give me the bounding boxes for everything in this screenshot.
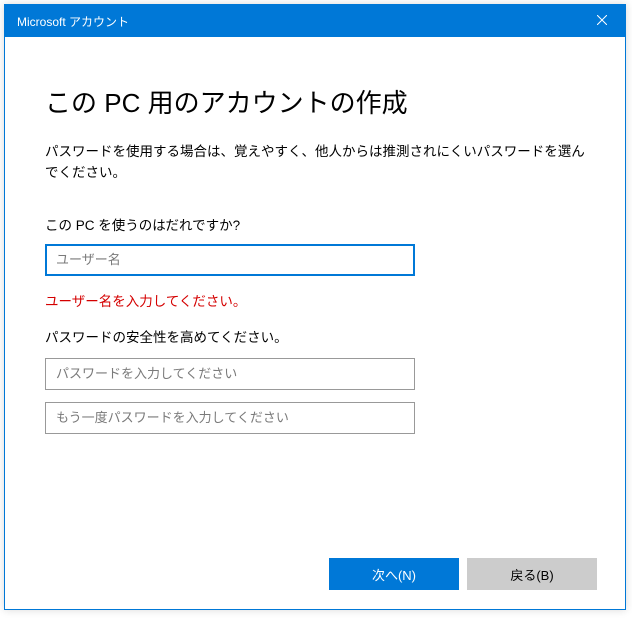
account-creation-window: Microsoft アカウント この PC 用のアカウントの作成 パスワードを使…	[4, 4, 626, 610]
close-button[interactable]	[579, 5, 625, 37]
close-icon	[597, 14, 607, 28]
page-description: パスワードを使用する場合は、覚えやすく、他人からは推測されにくいパスワードを選ん…	[45, 142, 585, 184]
footer: 次へ(N) 戻る(B)	[5, 539, 625, 609]
content-area: この PC 用のアカウントの作成 パスワードを使用する場合は、覚えやすく、他人か…	[5, 37, 625, 539]
back-button[interactable]: 戻る(B)	[467, 558, 597, 590]
titlebar: Microsoft アカウント	[5, 5, 625, 37]
username-input[interactable]	[45, 244, 415, 276]
username-label: この PC を使うのはだれですか?	[45, 214, 585, 234]
password-section-label: パスワードの安全性を高めてください。	[45, 326, 585, 346]
password-confirm-input[interactable]	[45, 402, 415, 434]
username-error: ユーザー名を入力してください。	[45, 290, 585, 310]
password-input[interactable]	[45, 358, 415, 390]
next-button[interactable]: 次へ(N)	[329, 558, 459, 590]
window-title: Microsoft アカウント	[17, 13, 129, 30]
page-title: この PC 用のアカウントの作成	[45, 83, 585, 120]
